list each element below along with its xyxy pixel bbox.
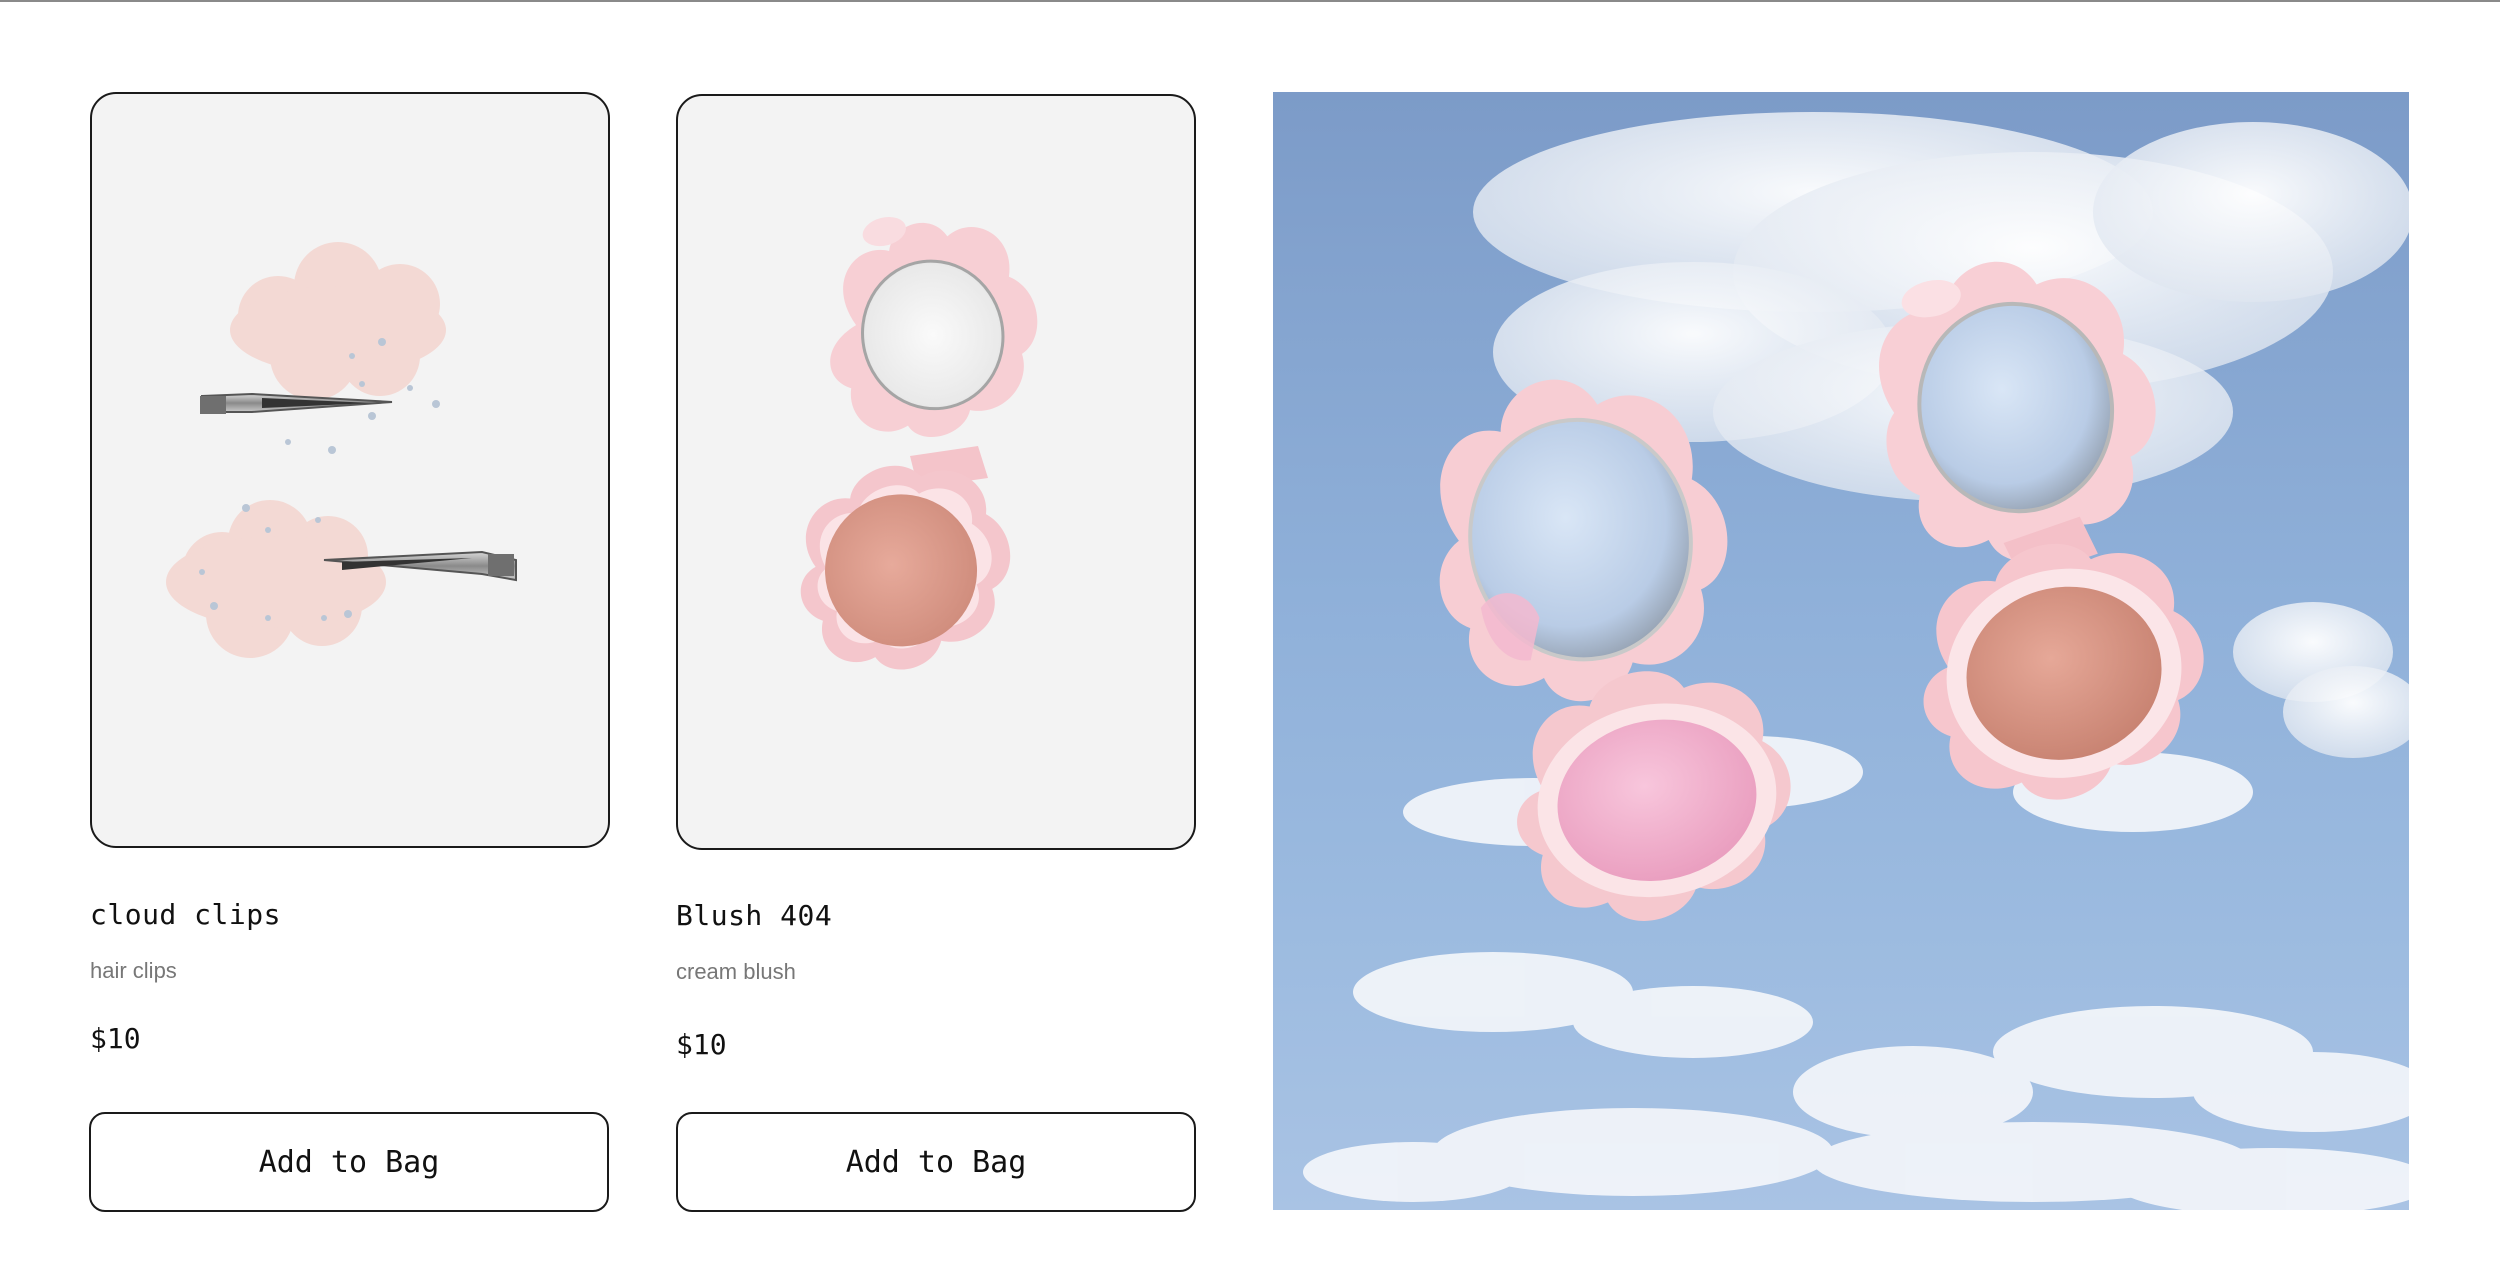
product-subtitle: hair clips — [90, 958, 177, 983]
product-image-blush-404[interactable] — [676, 94, 1196, 850]
product-image-cloud-clips[interactable] — [90, 92, 610, 848]
add-to-bag-button[interactable]: Add to Bag — [676, 1112, 1196, 1212]
product-name[interactable]: cloud clips — [90, 898, 281, 931]
blush-compact-image — [800, 216, 1038, 670]
product-price: $10 — [676, 1028, 727, 1061]
hero-image — [1273, 92, 2409, 1210]
add-to-bag-button[interactable]: Add to Bag — [89, 1112, 609, 1212]
top-divider — [0, 0, 2500, 2]
product-card-blush-404: Blush 404 cream blush $10 Add to Bag — [676, 92, 1196, 1212]
cloud-hair-clips-image — [166, 242, 517, 658]
product-name[interactable]: Blush 404 — [676, 899, 832, 932]
blush-compacts-in-sky-image — [1303, 112, 2409, 1210]
product-subtitle: cream blush — [676, 959, 796, 984]
product-price: $10 — [90, 1022, 141, 1055]
product-card-cloud-clips: cloud clips hair clips $10 Add to Bag — [89, 92, 610, 1212]
